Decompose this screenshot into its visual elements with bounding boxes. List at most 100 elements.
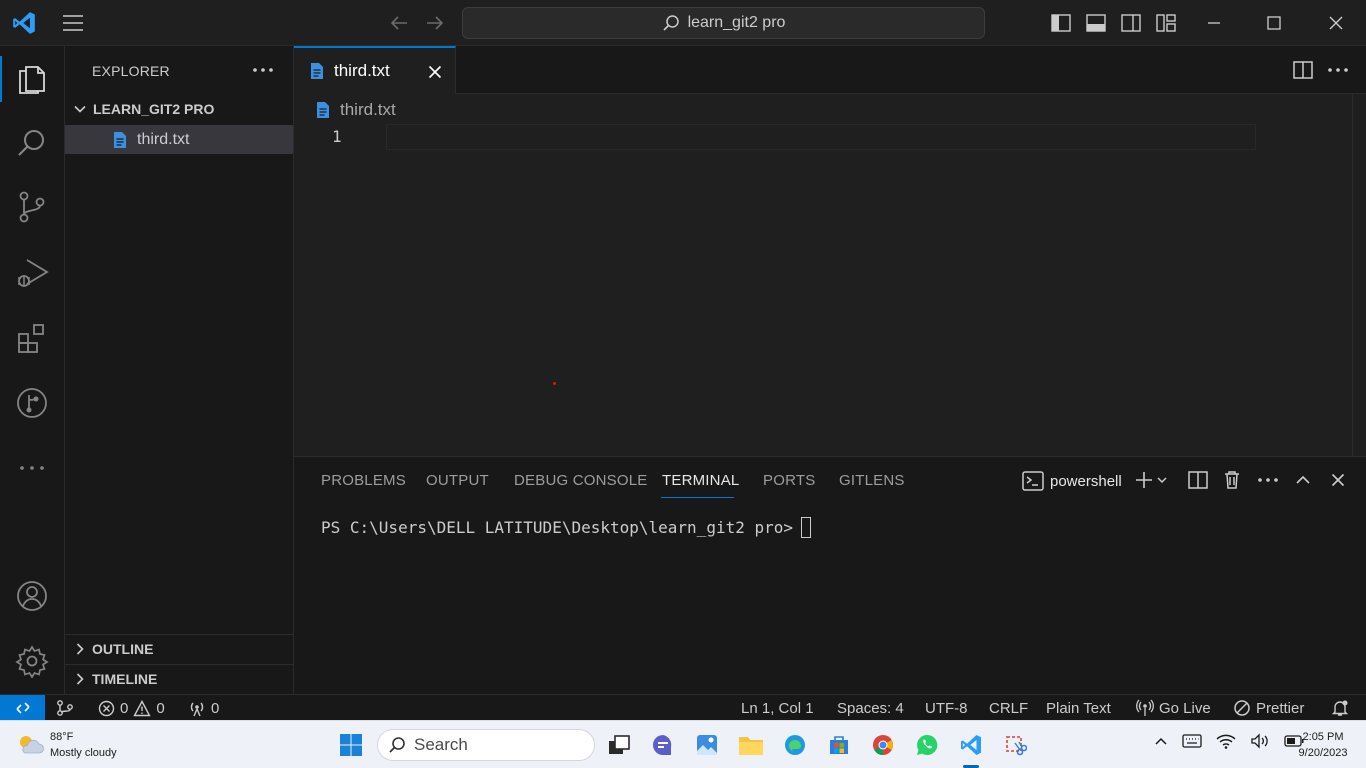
tab-gitlens[interactable]: GITLENS xyxy=(839,472,905,489)
timeline-label: TIMELINE xyxy=(92,671,158,687)
active-indicator xyxy=(0,56,2,102)
warning-count: 0 xyxy=(156,699,165,717)
breadcrumb[interactable]: third.txt xyxy=(316,100,396,120)
explorer-sidebar: EXPLORER LEARN_GIT2 PRO third.txt OUTLIN… xyxy=(65,46,294,694)
snipping-tool-icon[interactable] xyxy=(999,729,1031,761)
vscode-taskbar-icon[interactable] xyxy=(955,729,987,761)
editor-tab[interactable]: third.txt xyxy=(294,46,456,94)
text-file-icon xyxy=(310,62,324,80)
notifications-bell-icon[interactable] xyxy=(1331,698,1349,718)
encoding[interactable]: UTF-8 xyxy=(925,698,968,718)
more-actions-icon[interactable] xyxy=(1256,468,1280,492)
sidebar-title: EXPLORER xyxy=(92,63,170,79)
current-line-highlight[interactable] xyxy=(386,124,1256,150)
command-center-search[interactable]: learn_git2 pro xyxy=(462,7,985,39)
chevron-down-icon xyxy=(73,102,87,116)
language-mode[interactable]: Plain Text xyxy=(1046,698,1111,718)
settings-gear-icon[interactable] xyxy=(12,641,52,681)
problems-status[interactable]: 0 0 xyxy=(98,698,165,718)
maximize-icon[interactable] xyxy=(1259,8,1289,38)
weather-widget[interactable]: 88°F Mostly cloudy xyxy=(16,729,117,761)
customize-layout-icon[interactable] xyxy=(1154,11,1178,35)
title-bar: learn_git2 pro xyxy=(0,0,1366,46)
chevron-down-icon[interactable] xyxy=(1154,468,1170,492)
git-compare-icon xyxy=(56,699,74,717)
whatsapp-icon[interactable] xyxy=(911,729,943,761)
folder-name: LEARN_GIT2 PRO xyxy=(93,101,215,117)
terminal-cursor xyxy=(801,517,812,538)
overview-ruler[interactable] xyxy=(1352,94,1366,456)
windows-start-icon[interactable] xyxy=(335,729,367,761)
volume-icon[interactable] xyxy=(1250,733,1270,749)
go-live-button[interactable]: Go Live xyxy=(1136,698,1211,718)
tab-ports[interactable]: PORTS xyxy=(763,472,815,489)
workspace-folder-header[interactable]: LEARN_GIT2 PRO xyxy=(65,96,293,122)
date: 9/20/2023 xyxy=(1298,747,1348,759)
source-control-status[interactable] xyxy=(56,698,74,718)
keyboard-icon[interactable] xyxy=(1182,734,1202,748)
chrome-browser-icon[interactable] xyxy=(867,729,899,761)
terminal-instance[interactable]: powershell xyxy=(1022,469,1122,493)
close-tab-icon[interactable] xyxy=(424,61,446,83)
search-activity-icon[interactable] xyxy=(12,123,52,163)
more-actions-icon[interactable] xyxy=(249,58,277,82)
line-ending[interactable]: CRLF xyxy=(989,698,1028,718)
maximize-panel-icon[interactable] xyxy=(1291,468,1315,492)
more-views-icon[interactable] xyxy=(12,448,52,488)
split-editor-icon[interactable] xyxy=(1290,58,1316,82)
split-terminal-icon[interactable] xyxy=(1186,468,1210,492)
go-live-label: Go Live xyxy=(1159,699,1211,717)
cursor-position[interactable]: Ln 1, Col 1 xyxy=(741,698,814,718)
editor-area[interactable]: third.txt 1 xyxy=(294,94,1366,456)
close-panel-icon[interactable] xyxy=(1326,468,1350,492)
taskbar-search[interactable]: Search xyxy=(377,729,595,761)
tab-output[interactable]: OUTPUT xyxy=(426,472,489,489)
new-terminal-icon[interactable] xyxy=(1132,468,1156,492)
wifi-icon[interactable] xyxy=(1216,733,1236,749)
ports-status[interactable]: 0 xyxy=(188,698,219,718)
clock[interactable]: 2:05 PM 9/20/2023 xyxy=(1290,729,1356,761)
menu-hamburger-icon[interactable] xyxy=(58,11,88,35)
tab-terminal[interactable]: TERMINAL xyxy=(662,472,739,489)
active-tab-underline xyxy=(661,497,734,498)
terminal-output[interactable]: PS C:\Users\DELL LATITUDE\Desktop\learn_… xyxy=(321,517,812,538)
remote-indicator-icon[interactable] xyxy=(0,695,45,721)
indentation[interactable]: Spaces: 4 xyxy=(837,698,904,718)
accounts-icon[interactable] xyxy=(12,576,52,616)
search-icon xyxy=(662,14,680,32)
close-window-icon[interactable] xyxy=(1321,8,1351,38)
vscode-logo-icon xyxy=(10,9,38,37)
microsoft-store-icon[interactable] xyxy=(823,729,855,761)
trash-icon[interactable] xyxy=(1220,468,1244,492)
text-file-icon xyxy=(316,101,330,119)
line-number: 1 xyxy=(332,127,342,146)
toggle-panel-icon[interactable] xyxy=(1084,11,1108,35)
tab-problems[interactable]: PROBLEMS xyxy=(321,472,406,489)
explorer-files-icon[interactable] xyxy=(12,58,52,98)
toggle-primary-sidebar-icon[interactable] xyxy=(1049,11,1073,35)
cursor-dot xyxy=(553,382,556,385)
file-tree-item[interactable]: third.txt xyxy=(65,125,293,154)
timeline-section-header[interactable]: TIMELINE xyxy=(65,664,293,693)
task-view-icon[interactable] xyxy=(603,729,635,761)
terminal-prompt: PS C:\Users\DELL LATITUDE\Desktop\learn_… xyxy=(321,518,794,537)
prettier-status[interactable]: Prettier xyxy=(1233,698,1304,718)
tab-debug-console[interactable]: DEBUG CONSOLE xyxy=(514,472,647,489)
arrow-right-icon[interactable] xyxy=(422,11,448,35)
photos-app-icon[interactable] xyxy=(691,729,723,761)
outline-section-header[interactable]: OUTLINE xyxy=(65,634,293,663)
search-icon xyxy=(388,736,406,754)
tab-label: third.txt xyxy=(334,61,390,80)
more-actions-icon[interactable] xyxy=(1324,58,1352,82)
edge-browser-icon[interactable] xyxy=(779,729,811,761)
extensions-icon[interactable] xyxy=(12,319,52,359)
source-control-icon[interactable] xyxy=(12,187,52,227)
file-explorer-icon[interactable] xyxy=(735,729,767,761)
teams-chat-icon[interactable] xyxy=(647,729,679,761)
toggle-secondary-sidebar-icon[interactable] xyxy=(1119,11,1143,35)
minimize-icon[interactable] xyxy=(1199,8,1229,38)
arrow-left-icon[interactable] xyxy=(386,11,412,35)
gitlens-icon[interactable] xyxy=(12,383,52,423)
chevron-up-icon[interactable] xyxy=(1154,736,1168,746)
run-debug-icon[interactable] xyxy=(12,253,52,293)
